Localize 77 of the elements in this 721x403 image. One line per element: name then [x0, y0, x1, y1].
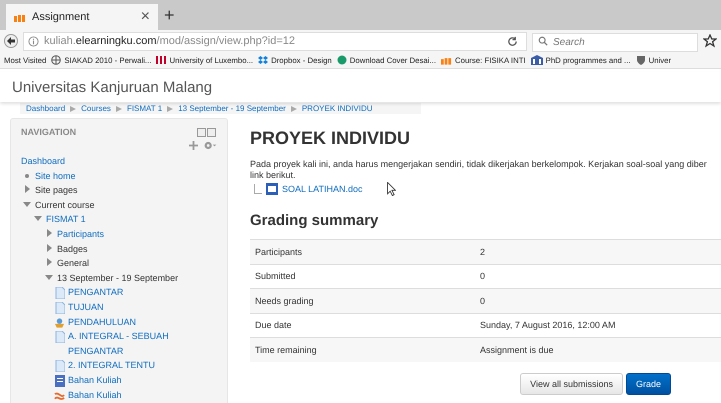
nav-item[interactable]: Site pages: [35, 183, 78, 198]
section-heading: Grading summary: [250, 212, 380, 229]
nav-item[interactable]: General: [57, 256, 90, 271]
page-heading: PROYEK INDIVIDU: [250, 128, 412, 149]
nav-link[interactable]: Site home: [35, 168, 76, 184]
table-cell: Participants: [250, 240, 475, 264]
block-title: NAVIGATION: [21, 127, 76, 137]
address-field[interactable]: kuliah.elearningku.com/mod/assign/view.php?id=12: [23, 32, 527, 50]
expanded-caret-icon[interactable]: [22, 200, 30, 208]
collapsed-caret-icon[interactable]: [22, 185, 30, 194]
dot-icon: [336, 55, 347, 65]
table-cell: Time remaining: [250, 338, 475, 362]
back-icon[interactable]: [4, 34, 18, 48]
nav-link[interactable]: PENGANTAR: [68, 285, 124, 300]
bullet-icon: [24, 174, 28, 178]
table-cell: 2: [475, 240, 721, 264]
expanded-caret-icon[interactable]: [34, 214, 42, 222]
separator-icon: [167, 106, 174, 112]
page-icon: [54, 360, 64, 372]
move-icon[interactable]: [189, 141, 198, 150]
search-icon: [538, 36, 548, 46]
browser-tab[interactable]: Assignment ×: [6, 4, 158, 30]
building-icon: [530, 55, 543, 65]
nav-link[interactable]: 2. INTEGRAL TENTU: [68, 358, 156, 373]
nav-link[interactable]: A. INTEGRAL - SEBUAH PENGANTAR: [68, 329, 217, 358]
page-icon: [54, 302, 64, 314]
cursor-icon: [386, 182, 396, 196]
link-icon: [54, 390, 65, 402]
collapsed-caret-icon[interactable]: [44, 258, 52, 266]
breadcrumb-link[interactable]: 13 September - 19 September: [178, 104, 286, 113]
shield-icon: [636, 55, 646, 65]
lesson-icon: [54, 316, 65, 329]
settings-icon[interactable]: [203, 141, 217, 150]
bars-icon: [156, 55, 166, 65]
nav-item[interactable]: Badges: [57, 242, 88, 256]
table-cell: Needs grading: [250, 288, 475, 313]
site-title[interactable]: Universitas Kanjuruan Malang: [12, 78, 212, 96]
nav-link[interactable]: FISMAT 1: [46, 212, 86, 227]
breadcrumb-link[interactable]: FISMAT 1: [126, 104, 162, 113]
nav-item[interactable]: 13 September - 19 September: [57, 270, 178, 286]
nav-link[interactable]: Bahan Kuliah: [68, 388, 122, 402]
file-link[interactable]: SOAL LATIHAN.doc: [282, 184, 363, 194]
page-icon: [54, 331, 64, 344]
star-icon[interactable]: [703, 34, 717, 48]
intro-text: Pada proyek kali ini, anda harus mengerjakan sendiri, tidak dikerjakan berkelompok. Kerjakan soal-soal yang diber link berikut.: [250, 159, 708, 181]
secondary-button[interactable]: View all submissions: [520, 372, 623, 394]
globe-icon: [51, 55, 62, 65]
collapsed-caret-icon[interactable]: [44, 228, 52, 237]
table-cell: 0: [475, 288, 721, 313]
separator-icon: [70, 106, 76, 112]
reload-icon[interactable]: [507, 36, 518, 46]
page-icon: [54, 287, 64, 300]
breadcrumb-link[interactable]: Dashboard: [26, 104, 66, 113]
nav-link[interactable]: TUJUAN: [68, 300, 104, 315]
url-text: kuliah.elearningku.com/mod/assign/view.php?id=12: [44, 35, 296, 47]
nav-link[interactable]: Participants: [57, 226, 104, 242]
primary-button[interactable]: Grade: [626, 372, 671, 394]
nav-link[interactable]: PENDAHULUAN: [68, 314, 136, 330]
breadcrumb-link[interactable]: PROYEK INDIVIDU: [302, 104, 373, 113]
tab-title: Assignment: [32, 11, 90, 23]
nav-item[interactable]: Current course: [35, 198, 95, 212]
close-icon[interactable]: ×: [140, 8, 150, 26]
info-icon: [28, 36, 39, 46]
nav-link[interactable]: Dashboard: [21, 154, 66, 169]
table-cell: Assignment is due: [475, 338, 721, 362]
separator-icon: [116, 106, 122, 112]
breadcrumb-link[interactable]: Courses: [81, 104, 111, 113]
tree-line-icon: [254, 184, 262, 194]
book-icon: [54, 374, 64, 387]
nav-link[interactable]: Bahan Kuliah: [68, 372, 122, 388]
separator-icon: [290, 106, 297, 112]
search-field[interactable]: Search: [532, 32, 698, 52]
word-document-icon: [266, 183, 278, 195]
dock-icon[interactable]: [197, 128, 217, 136]
expanded-caret-icon[interactable]: [44, 272, 52, 281]
collapsed-caret-icon[interactable]: [44, 244, 52, 252]
new-tab-button[interactable]: +: [164, 5, 175, 30]
